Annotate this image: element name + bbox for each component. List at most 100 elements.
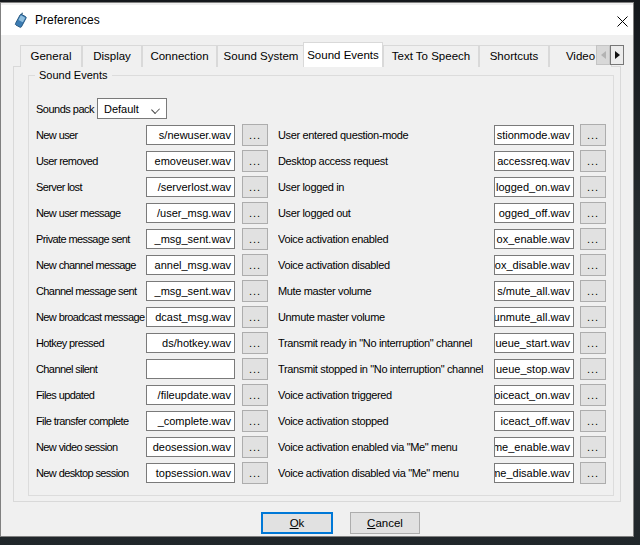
browse-button[interactable]: ... (580, 176, 606, 198)
sound-event-row: Voice activation enabledox_enable.wav... (278, 226, 610, 252)
sound-file-input[interactable]: accessreq.wav (494, 151, 574, 171)
tab-general[interactable]: General (20, 45, 82, 67)
sound-event-label: Private message sent (36, 233, 146, 245)
sound-file-input[interactable]: oiceact_on.wav (494, 385, 574, 405)
sound-file-input[interactable]: ox_disable.wav (494, 255, 574, 275)
browse-button[interactable]: ... (580, 358, 606, 380)
sound-event-label: File transfer complete (36, 415, 146, 427)
sound-event-label: Server lost (36, 181, 146, 193)
right-arrow-icon (615, 51, 620, 59)
sound-event-row: New user message/user_msg.wav... (36, 200, 272, 226)
sound-event-label: New user message (36, 207, 146, 219)
browse-button[interactable]: ... (242, 254, 268, 276)
sound-event-row: Desktop access requestaccessreq.wav... (278, 148, 610, 174)
browse-button[interactable]: ... (242, 332, 268, 354)
browse-button[interactable]: ... (580, 254, 606, 276)
sound-event-label: Unmute master volume (278, 311, 494, 323)
sound-file-input[interactable]: ox_enable.wav (494, 229, 574, 249)
browse-button[interactable]: ... (580, 124, 606, 146)
sound-event-label: Channel message sent (36, 285, 146, 297)
tab-scroll-left-button[interactable] (596, 45, 610, 65)
browse-button[interactable]: ... (242, 436, 268, 458)
browse-button[interactable]: ... (242, 384, 268, 406)
sound-event-row: Unmute master volumeunmute_all.wav... (278, 304, 610, 330)
sound-file-input[interactable]: iceact_off.wav (494, 411, 574, 431)
sound-file-input[interactable]: s/mute_all.wav (494, 281, 574, 301)
sound-event-row: File transfer complete_complete.wav... (36, 408, 272, 434)
sound-file-input[interactable]: unmute_all.wav (494, 307, 574, 327)
sound-event-label: New desktop session (36, 467, 146, 479)
ok-button[interactable]: Ok (261, 512, 333, 534)
sound-event-row: New broadcast messagedcast_msg.wav... (36, 304, 272, 330)
sound-file-input[interactable] (146, 359, 235, 379)
sound-file-input[interactable]: ds/hotkey.wav (146, 333, 235, 353)
sound-event-row: User logged inlogged_on.wav... (278, 174, 610, 200)
sound-event-label: Files updated (36, 389, 146, 401)
browse-button[interactable]: ... (242, 410, 268, 432)
tab-sound-events[interactable]: Sound Events (303, 42, 383, 67)
tab-scroll-right-button[interactable] (610, 45, 624, 65)
browse-button[interactable]: ... (242, 150, 268, 172)
sound-file-input[interactable]: me_enable.wav (494, 437, 574, 457)
tab-text-to-speech[interactable]: Text To Speech (383, 45, 479, 67)
sounds-pack-value: Default (104, 103, 139, 115)
browse-button[interactable]: ... (580, 306, 606, 328)
sound-event-label: Transmit ready in "No interruption" chan… (278, 337, 494, 349)
sound-event-row: Mute master volumes/mute_all.wav... (278, 278, 610, 304)
sound-event-label: Voice activation disabled (278, 259, 494, 271)
sound-event-label: Transmit stopped in "No interruption" ch… (278, 363, 494, 375)
cancel-button[interactable]: Cancel (350, 512, 420, 534)
sound-event-label: Hotkey pressed (36, 337, 146, 349)
sound-file-input[interactable]: annel_msg.wav (146, 255, 235, 275)
tab-connection[interactable]: Connection (142, 45, 217, 67)
browse-button[interactable]: ... (242, 280, 268, 302)
close-icon[interactable] (610, 11, 634, 31)
sound-event-row: User entered question-modestionmode.wav.… (278, 122, 610, 148)
browse-button[interactable]: ... (580, 410, 606, 432)
sound-file-input[interactable]: topsession.wav (146, 463, 235, 483)
sound-file-input[interactable]: /serverlost.wav (146, 177, 235, 197)
titlebar: Preferences (1, 5, 633, 35)
sound-event-label: Desktop access request (278, 155, 494, 167)
sound-file-input[interactable]: me_disable.wav (494, 463, 574, 483)
browse-button[interactable]: ... (242, 176, 268, 198)
sound-file-input[interactable]: deosession.wav (146, 437, 235, 457)
browse-button[interactable]: ... (580, 202, 606, 224)
browse-button[interactable]: ... (242, 306, 268, 328)
tab-display[interactable]: Display (82, 45, 142, 67)
sound-file-input[interactable]: ogged_off.wav (494, 203, 574, 223)
sound-file-input[interactable]: ueue_start.wav (494, 333, 574, 353)
sound-file-input[interactable]: stionmode.wav (494, 125, 574, 145)
sound-file-input[interactable]: ueue_stop.wav (494, 359, 574, 379)
browse-button[interactable]: ... (580, 332, 606, 354)
browse-button[interactable]: ... (242, 358, 268, 380)
sound-file-input[interactable]: dcast_msg.wav (146, 307, 235, 327)
browse-button[interactable]: ... (580, 462, 606, 484)
sound-file-input[interactable]: _msg_sent.wav (146, 281, 235, 301)
tab-sound-system[interactable]: Sound System (217, 45, 305, 67)
browse-button[interactable]: ... (580, 384, 606, 406)
sound-event-label: Channel silent (36, 363, 146, 375)
sound-file-input[interactable]: s/newuser.wav (146, 125, 235, 145)
sound-event-label: New channel message (36, 259, 146, 271)
browse-button[interactable]: ... (242, 124, 268, 146)
browse-button[interactable]: ... (580, 228, 606, 250)
browse-button[interactable]: ... (580, 436, 606, 458)
sound-event-row: New desktop sessiontopsession.wav... (36, 460, 272, 486)
sound-file-input[interactable]: logged_on.wav (494, 177, 574, 197)
browse-button[interactable]: ... (242, 228, 268, 250)
tab-shortcuts[interactable]: Shortcuts (479, 45, 549, 67)
sound-file-input[interactable]: _complete.wav (146, 411, 235, 431)
sound-event-row: Transmit ready in "No interruption" chan… (278, 330, 610, 356)
sound-event-row: Channel message sent_msg_sent.wav... (36, 278, 272, 304)
browse-button[interactable]: ... (242, 202, 268, 224)
browse-button[interactable]: ... (580, 280, 606, 302)
sound-file-input[interactable]: /user_msg.wav (146, 203, 235, 223)
sound-file-input[interactable]: _msg_sent.wav (146, 229, 235, 249)
sound-event-row: Voice activation disabledox_disable.wav.… (278, 252, 610, 278)
browse-button[interactable]: ... (242, 462, 268, 484)
sound-file-input[interactable]: emoveuser.wav (146, 151, 235, 171)
sound-file-input[interactable]: /fileupdate.wav (146, 385, 235, 405)
sounds-pack-dropdown[interactable]: Default (97, 98, 167, 119)
browse-button[interactable]: ... (580, 150, 606, 172)
